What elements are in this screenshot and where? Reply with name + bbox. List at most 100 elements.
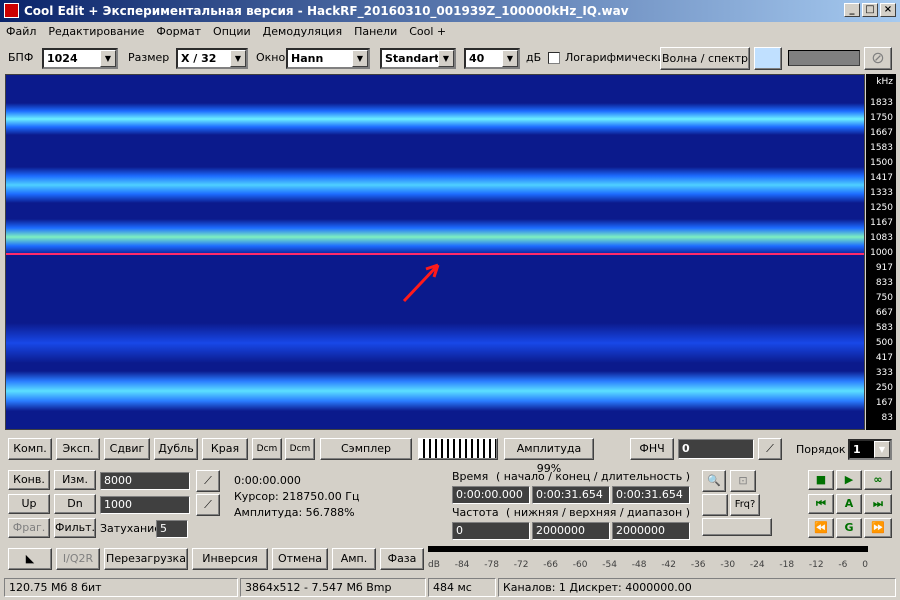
value2-input[interactable]: 1000 [100, 496, 190, 514]
status-bar: 120.75 Мб 8 бит 3864x512 - 7.547 Мб Bmp … [0, 576, 900, 598]
app-icon [4, 3, 19, 18]
dcm-down-button[interactable]: Dcm [285, 438, 315, 460]
zoom-fit-icon[interactable]: ⊡ [730, 470, 756, 492]
status-channels: Каналов: 1 Дискрет: 4000000.00 [498, 578, 896, 597]
spectrogram[interactable] [5, 74, 865, 430]
toolbar: БПФ 1024 ▼ Размер X / 32 ▼ Окно Hann ▼ Stan… [0, 44, 900, 72]
log-checkbox[interactable] [548, 52, 560, 64]
cancel-button[interactable]: Отмена [272, 548, 328, 570]
axis-tick: 1083 [870, 233, 893, 243]
chevron-down-icon: ▼ [438, 50, 454, 67]
freq-range[interactable]: 2000000 [612, 522, 690, 540]
progress-field [788, 50, 860, 66]
lowpass-button[interactable]: ФНЧ [630, 438, 674, 460]
piano-keys-icon[interactable] [418, 438, 498, 460]
dcm-up-button[interactable]: Dcm [252, 438, 282, 460]
invert-button[interactable]: Инверсия [192, 548, 268, 570]
fragment-button[interactable]: Фраг. [8, 518, 50, 538]
g-button[interactable]: G [836, 518, 862, 538]
axis-tick: 1833 [870, 98, 893, 108]
menu-options[interactable]: Опции [213, 22, 251, 42]
fast-forward-icon[interactable]: ⏩ [864, 518, 892, 538]
blank-button[interactable] [702, 494, 728, 516]
menu-format[interactable]: Формат [156, 22, 201, 42]
axis-tick: 83 [881, 413, 893, 423]
phase-button[interactable]: Фаза [380, 548, 424, 570]
down-button[interactable]: Dn [54, 494, 96, 514]
axis-tick: 1000 [870, 248, 893, 258]
chevron-down-icon: ▼ [230, 50, 246, 67]
maximize-button[interactable]: □ [862, 3, 878, 17]
axis-tick: 1250 [870, 203, 893, 213]
shift-button[interactable]: Сдвиг [104, 438, 150, 460]
pipette-icon[interactable]: ⟋ [758, 438, 782, 460]
komp-button[interactable]: Комп. [8, 438, 52, 460]
chevron-down-icon: ▼ [874, 441, 890, 458]
iq2r-button[interactable]: I/Q2R [56, 548, 100, 570]
spectrum-band [6, 167, 864, 203]
mode-select[interactable]: Standart ▼ [380, 48, 456, 69]
a-button[interactable]: A [836, 494, 862, 514]
wave-spectrum-button[interactable]: Волна / спектр [660, 47, 750, 70]
amp-button[interactable]: Амп. [332, 548, 376, 570]
menu-panels[interactable]: Панели [354, 22, 397, 42]
meter-tick: -24 [749, 560, 765, 570]
spectrum-view-icon[interactable] [754, 47, 782, 70]
close-button[interactable]: × [880, 3, 896, 17]
menu-edit[interactable]: Редактирование [48, 22, 144, 42]
menu-cool[interactable]: Cool + [409, 22, 446, 42]
filter-button[interactable]: Фильт. [54, 518, 96, 538]
pipette-icon[interactable]: ⟋ [196, 470, 220, 492]
spectrum-band [6, 219, 864, 255]
stop-icon[interactable]: ⊘ [864, 47, 892, 70]
time-duration[interactable]: 0:00:31.654 [612, 486, 690, 504]
loop-icon[interactable]: ∞ [864, 470, 892, 490]
spectrum-band [6, 323, 864, 363]
size-select[interactable]: X / 32 ▼ [176, 48, 248, 69]
stop-icon[interactable]: ■ [808, 470, 834, 490]
meter-tick: -36 [690, 560, 706, 570]
db-select[interactable]: 40 ▼ [464, 48, 520, 69]
zoom-icon[interactable]: 🔍 [702, 470, 726, 492]
skip-start-icon[interactable]: ⏮ [808, 494, 834, 514]
axis-tick: 1333 [870, 188, 893, 198]
reload-button[interactable]: Перезагрузка [104, 548, 188, 570]
sampler-button[interactable]: Сэмплер [320, 438, 412, 460]
edges-button[interactable]: Края [202, 438, 248, 460]
double-button[interactable]: Дубль [154, 438, 198, 460]
change-button[interactable]: Изм. [54, 470, 96, 490]
level-meter: dB -84 -78 -72 -66 -60 -54 -48 -42 -36 -… [428, 546, 872, 574]
rewind-icon[interactable]: ⏪ [808, 518, 834, 538]
play-icon[interactable]: ▶ [836, 470, 862, 490]
freq-low[interactable]: 0 [452, 522, 530, 540]
blank-button[interactable] [702, 518, 772, 536]
lowpass-input[interactable]: 0 [678, 439, 754, 459]
menu-file[interactable]: Файл [6, 22, 36, 42]
chevron-down-icon: ▼ [352, 50, 368, 67]
convert-button[interactable]: Конв. [8, 470, 50, 490]
axis-tick: 1500 [870, 158, 893, 168]
window-select[interactable]: Hann ▼ [286, 48, 370, 69]
arrow-annotation [402, 263, 440, 303]
axis-unit: kHz [876, 77, 893, 87]
value1-input[interactable]: 8000 [100, 472, 190, 490]
amplitude-button[interactable]: Амплитуда 99% [504, 438, 594, 475]
menu-demod[interactable]: Демодуляция [263, 22, 342, 42]
frq-button[interactable]: Frq? [730, 494, 760, 516]
fft-label: БПФ [8, 51, 34, 64]
order-select[interactable]: 1 ▼ [848, 439, 892, 460]
eksp-button[interactable]: Эксп. [56, 438, 100, 460]
up-button[interactable]: Up [8, 494, 50, 514]
attenuation-input[interactable]: 5 [156, 520, 188, 538]
time-start[interactable]: 0:00:00.000 [452, 486, 530, 504]
fft-select[interactable]: 1024 ▼ [42, 48, 118, 69]
db-label: дБ [526, 51, 542, 64]
pipette-icon[interactable]: ⟋ [196, 494, 220, 516]
skip-end-icon[interactable]: ⏭ [864, 494, 892, 514]
time-end[interactable]: 0:00:31.654 [532, 486, 610, 504]
minimize-button[interactable]: _ [844, 3, 860, 17]
meter-tick: -48 [631, 560, 647, 570]
freq-high[interactable]: 2000000 [532, 522, 610, 540]
time-label: Время [452, 470, 489, 483]
graph-icon[interactable]: ◣ [8, 548, 52, 570]
